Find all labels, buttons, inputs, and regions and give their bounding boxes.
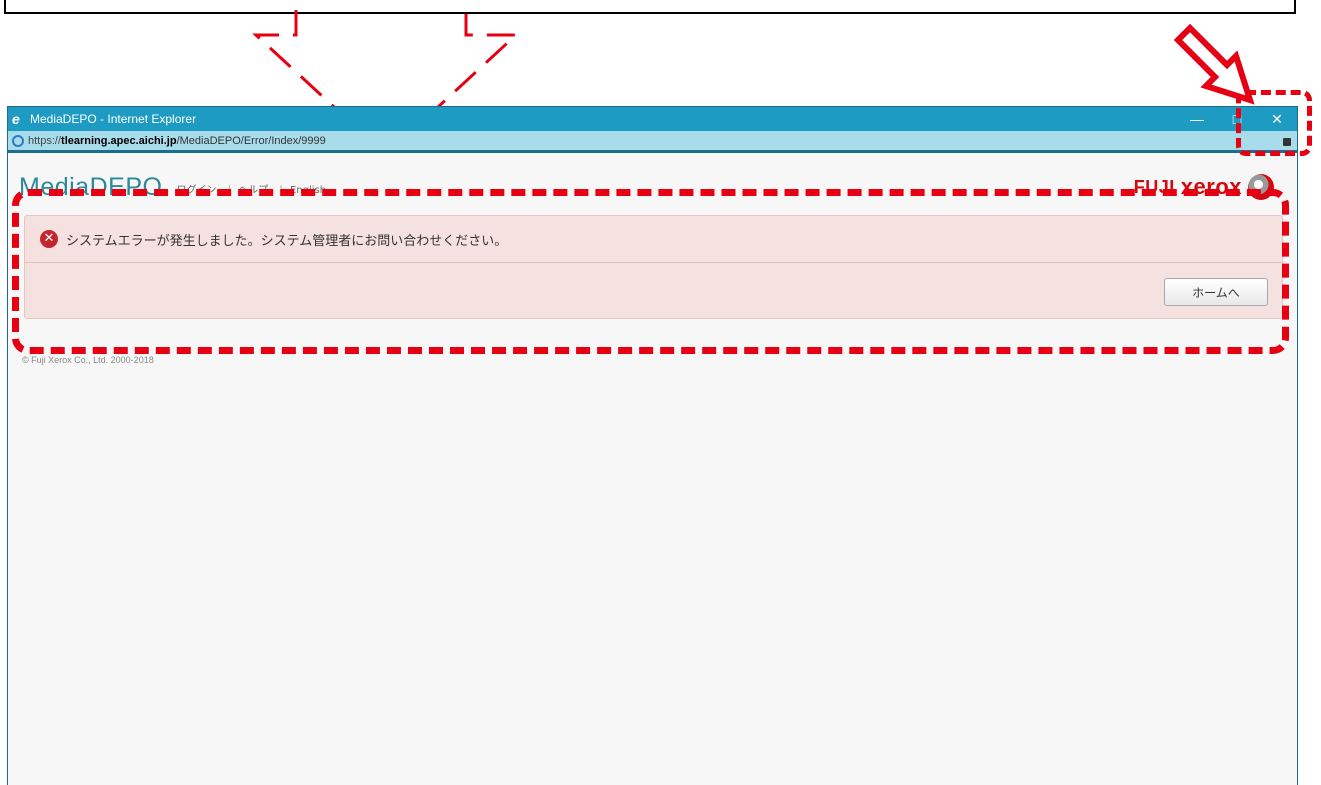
screenshot-stage: e MediaDEPO - Internet Explorer — □ ✕ ht… — [0, 0, 1321, 785]
ie-logo-icon: e — [12, 111, 20, 127]
page-globe-icon — [12, 134, 24, 147]
copyright-footer: © Fuji Xerox Co., Ltd. 2000-2018 — [22, 355, 154, 365]
window-title: MediaDEPO - Internet Explorer — [30, 112, 197, 126]
alert-highlight-annotation — [12, 189, 1289, 354]
address-protocol: https:// — [28, 134, 62, 147]
top-callout-box — [4, 0, 1296, 14]
address-host: tlearning.apec.aichi.jp — [61, 134, 177, 147]
red-arrow-annotation — [1173, 23, 1255, 105]
address-bar[interactable]: https:// tlearning.apec.aichi.jp /MediaD… — [8, 131, 1297, 153]
address-path: /MediaDEPO/Error/Index/9999 — [176, 134, 326, 147]
minimize-button[interactable]: — — [1177, 111, 1217, 127]
browser-titlebar: e MediaDEPO - Internet Explorer — □ ✕ — [8, 107, 1297, 131]
